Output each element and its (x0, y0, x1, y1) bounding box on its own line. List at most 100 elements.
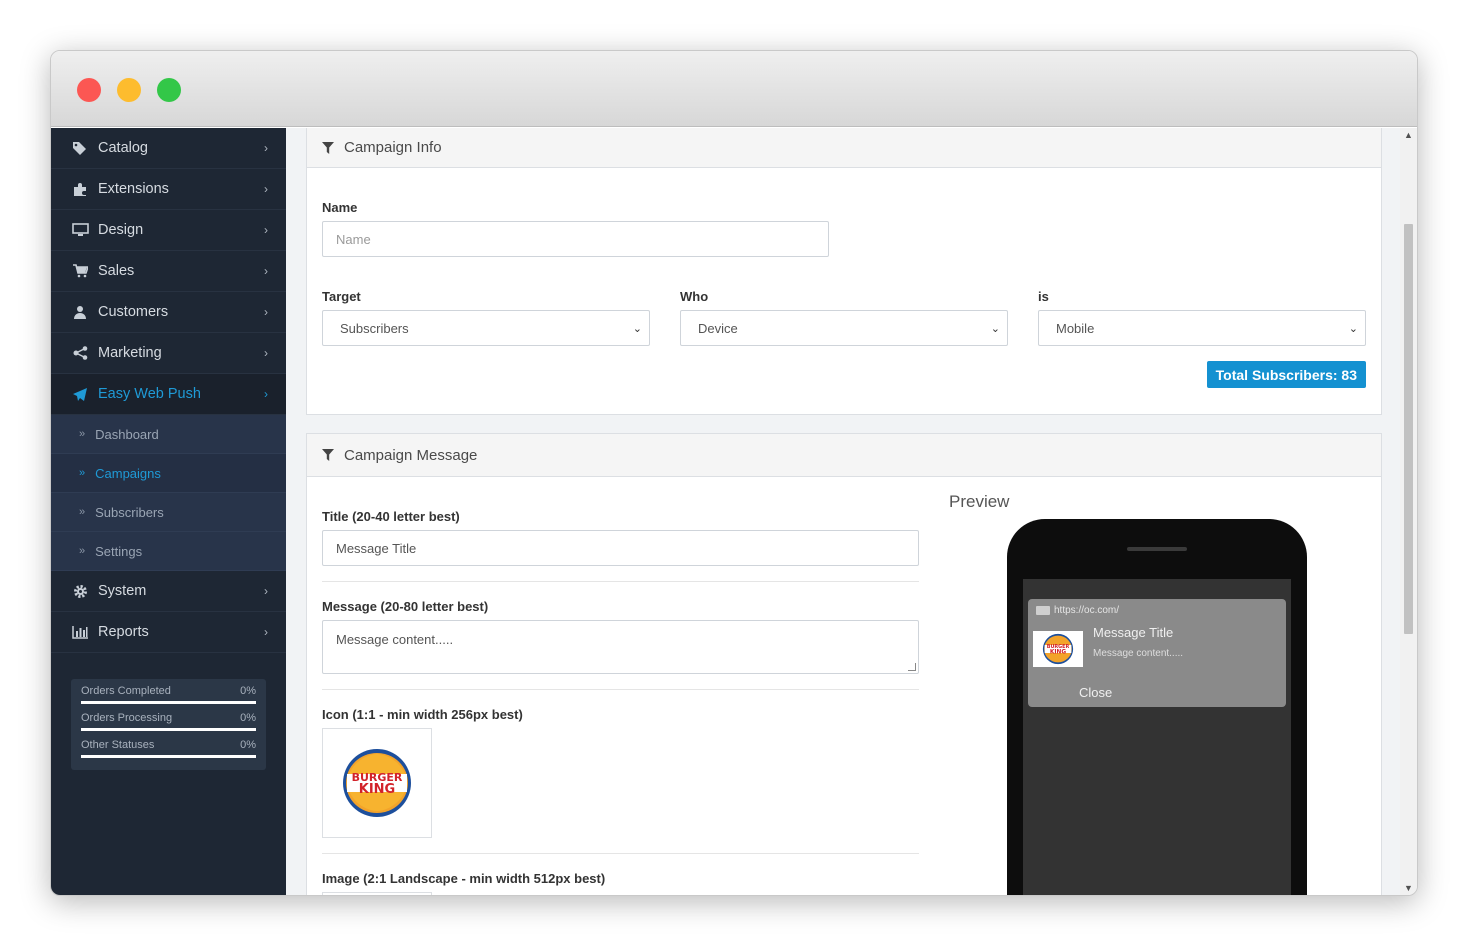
submenu-item-label: Subscribers (95, 504, 164, 520)
burger-king-logo-icon: BURGER KING (343, 749, 411, 817)
panel-title: Campaign Info (344, 139, 442, 156)
name-input[interactable]: Name (322, 221, 829, 257)
submenu-item-dashboard[interactable]: » Dashboard (51, 415, 286, 454)
sidebar-item-catalog[interactable]: Catalog › (51, 128, 286, 169)
double-chevron-icon: » (79, 545, 86, 557)
sidebar-item-label: Reports (98, 624, 149, 640)
filter-icon (322, 141, 334, 154)
who-value: Device (698, 320, 738, 336)
minimize-window-button[interactable] (117, 78, 141, 102)
sidebar-item-system[interactable]: System › (51, 571, 286, 612)
campaign-message-panel: Campaign Message Title (20-40 letter bes… (306, 433, 1382, 895)
share-icon (71, 345, 89, 361)
chevron-down-icon: ⌄ (1348, 322, 1358, 335)
notification-icon: BURGER KING (1033, 631, 1083, 667)
submenu-item-settings[interactable]: » Settings (51, 532, 286, 571)
scroll-up-arrow-icon[interactable]: ▲ (1404, 130, 1413, 140)
chevron-right-icon: › (264, 584, 268, 598)
sidebar-item-extensions[interactable]: Extensions › (51, 169, 286, 210)
chevron-right-icon: › (264, 387, 268, 401)
phone-screen: https://oc.com/ BURGER KING Message Titl… (1023, 579, 1291, 895)
browser-icon (1036, 606, 1050, 615)
stat-orders-completed: Orders Completed 0% (81, 685, 256, 704)
sidebar-item-label: Customers (98, 304, 169, 320)
scrollbar-thumb[interactable] (1404, 224, 1413, 634)
submenu-item-label: Campaigns (95, 465, 161, 481)
phone-speaker (1127, 547, 1187, 551)
double-chevron-icon: » (79, 506, 86, 518)
icon-upload-thumbnail[interactable]: BURGER KING (322, 728, 432, 838)
submenu-item-label: Settings (95, 543, 143, 559)
svg-text:KING: KING (359, 782, 395, 797)
maximize-window-button[interactable] (157, 78, 181, 102)
title-input[interactable]: Message Title (322, 530, 919, 566)
stat-progress-bar (81, 728, 256, 731)
monitor-icon (71, 222, 89, 238)
scroll-down-arrow-icon[interactable]: ▼ (1404, 883, 1413, 893)
sidebar-item-customers[interactable]: Customers › (51, 292, 286, 333)
double-chevron-icon: » (79, 467, 86, 479)
chevron-right-icon: › (264, 305, 268, 319)
who-label: Who (680, 289, 709, 304)
sidebar-item-sales[interactable]: Sales › (51, 251, 286, 292)
bar-chart-icon (71, 624, 89, 640)
stat-orders-processing: Orders Processing 0% (81, 712, 256, 731)
notification-url-text: https://oc.com/ (1054, 605, 1120, 616)
target-select[interactable]: Subscribers ⌄ (322, 310, 650, 346)
svg-text:KING: KING (1050, 649, 1066, 655)
chevron-right-icon: › (264, 346, 268, 360)
divider (322, 689, 919, 690)
divider (322, 581, 919, 582)
title-value: Message Title (336, 540, 417, 556)
stat-label: Other Statuses (81, 739, 155, 751)
phone-mockup: https://oc.com/ BURGER KING Message Titl… (1007, 519, 1307, 895)
push-notification-preview: https://oc.com/ BURGER KING Message Titl… (1028, 599, 1286, 707)
chevron-right-icon: › (264, 141, 268, 155)
image-label: Image (2:1 Landscape - min width 512px b… (322, 871, 606, 886)
sidebar-item-label: Sales (98, 263, 135, 279)
main-content: Campaign Info Name Name Target Subscribe… (286, 128, 1400, 895)
chevron-down-icon: ⌄ (632, 322, 642, 335)
message-textarea[interactable]: Message content..... (322, 620, 919, 674)
name-placeholder: Name (336, 231, 371, 247)
preview-title: Preview (949, 492, 1010, 511)
stat-progress-bar (81, 755, 256, 758)
close-window-button[interactable] (77, 78, 101, 102)
paper-plane-icon (71, 386, 89, 402)
notification-url: https://oc.com/ (1036, 605, 1119, 616)
sidebar-item-reports[interactable]: Reports › (51, 612, 286, 653)
sidebar-item-label: Catalog (98, 140, 148, 156)
sidebar-item-easy-web-push[interactable]: Easy Web Push › (51, 374, 286, 415)
who-select[interactable]: Device ⌄ (680, 310, 1008, 346)
message-value: Message content..... (336, 632, 454, 647)
order-stats: Orders Completed 0% Orders Processing 0%… (71, 679, 266, 770)
campaign-info-panel: Campaign Info Name Name Target Subscribe… (306, 128, 1382, 415)
sidebar-item-marketing[interactable]: Marketing › (51, 333, 286, 374)
title-bar (51, 51, 1417, 127)
panel-header: Campaign Message (307, 434, 1381, 477)
chevron-right-icon: › (264, 264, 268, 278)
submenu-item-subscribers[interactable]: » Subscribers (51, 493, 286, 532)
image-upload-thumbnail[interactable] (322, 892, 432, 895)
stat-value: 0% (240, 685, 256, 697)
panel-title: Campaign Message (344, 446, 478, 464)
sidebar: Catalog › Extensions › Design › Sales › … (51, 128, 286, 895)
chevron-right-icon: › (264, 625, 268, 639)
cart-icon (71, 263, 89, 279)
tags-icon (71, 140, 89, 156)
sidebar-item-label: Design (98, 222, 144, 238)
sidebar-item-design[interactable]: Design › (51, 210, 286, 251)
notification-message: Message content..... (1093, 648, 1184, 659)
is-label: is (1038, 289, 1049, 304)
chevron-down-icon: ⌄ (990, 322, 1000, 335)
total-subscribers-button[interactable]: Total Subscribers: 83 (1206, 361, 1366, 388)
is-select[interactable]: Mobile ⌄ (1038, 310, 1366, 346)
resize-handle[interactable] (908, 663, 916, 671)
submenu-item-campaigns[interactable]: » Campaigns (51, 454, 286, 493)
stat-value: 0% (240, 739, 256, 751)
stat-other-statuses: Other Statuses 0% (81, 739, 256, 758)
notification-close-button[interactable]: Close (1079, 685, 1112, 700)
vertical-scrollbar[interactable]: ▲ ▼ (1400, 128, 1417, 895)
gear-icon (71, 583, 89, 599)
burger-king-logo-icon: BURGER KING (1042, 633, 1074, 665)
